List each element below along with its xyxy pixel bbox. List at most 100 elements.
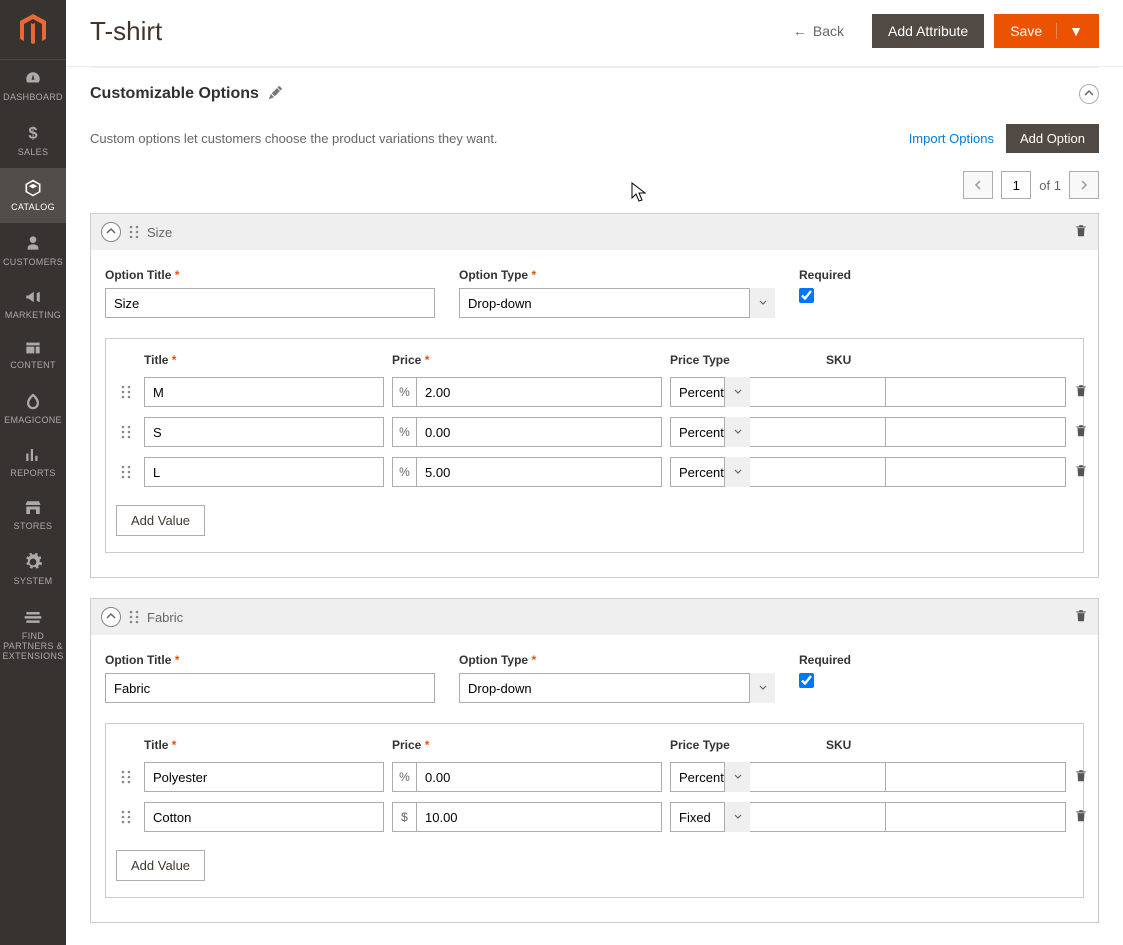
value-row: % [116, 377, 1073, 407]
nav-item-system[interactable]: SYSTEM [0, 542, 66, 597]
collapse-option-button[interactable] [101, 222, 121, 242]
save-button[interactable]: Save ▼ [994, 14, 1099, 48]
drag-handle-icon[interactable] [129, 610, 139, 624]
required-label: Required [799, 653, 851, 667]
price-prefix: $ [392, 802, 416, 832]
value-title-input[interactable] [144, 377, 384, 407]
bars-icon [24, 446, 42, 466]
col-title: Title * [144, 353, 384, 367]
value-row: $ [116, 802, 1073, 832]
value-price-input[interactable] [416, 457, 662, 487]
drag-handle-icon[interactable] [116, 465, 136, 479]
partners-icon [23, 607, 43, 629]
import-options-link[interactable]: Import Options [909, 131, 994, 146]
option-name: Size [147, 225, 1074, 240]
megaphone-icon [23, 288, 43, 308]
pager: of 1 [90, 171, 1099, 213]
section-header: Customizable Options [90, 67, 1099, 120]
value-price-input[interactable] [416, 802, 662, 832]
delete-option-button[interactable] [1074, 608, 1088, 627]
collapse-section-button[interactable] [1079, 84, 1099, 104]
nav-item-find-partners-extensions[interactable]: FIND PARTNERS & EXTENSIONS [0, 597, 66, 672]
save-dropdown-caret[interactable]: ▼ [1056, 23, 1083, 39]
value-title-input[interactable] [144, 802, 384, 832]
option-type-label: Option Type * [459, 268, 775, 282]
value-title-input[interactable] [144, 457, 384, 487]
required-checkbox[interactable] [799, 288, 814, 303]
add-value-button[interactable]: Add Value [116, 505, 205, 536]
pager-of-label: of 1 [1039, 178, 1061, 193]
nav-item-reports[interactable]: REPORTS [0, 436, 66, 489]
option-card-header: Fabric [91, 599, 1098, 635]
col-sku: SKU [826, 738, 1066, 752]
values-table: Title * Price * Price Type SKU % [105, 338, 1084, 553]
collapse-option-button[interactable] [101, 607, 121, 627]
values-table: Title * Price * Price Type SKU % [105, 723, 1084, 898]
value-title-input[interactable] [144, 762, 384, 792]
value-price-type-select[interactable] [670, 762, 886, 792]
value-price-input[interactable] [416, 377, 662, 407]
add-attribute-button[interactable]: Add Attribute [872, 14, 984, 48]
value-price-type-select[interactable] [670, 417, 886, 447]
col-title: Title * [144, 738, 384, 752]
delete-value-button[interactable] [1074, 383, 1098, 402]
col-sku: SKU [826, 353, 1066, 367]
value-price-type-select[interactable] [670, 802, 886, 832]
section-description-row: Custom options let customers choose the … [90, 120, 1099, 171]
nav-item-content[interactable]: CONTENT [0, 330, 66, 381]
pager-next-button[interactable] [1069, 171, 1099, 199]
delete-value-button[interactable] [1074, 423, 1098, 442]
required-checkbox[interactable] [799, 673, 814, 688]
value-row: % [116, 417, 1073, 447]
dollar-icon: $ [24, 123, 42, 145]
pencil-icon[interactable] [269, 86, 282, 102]
drag-handle-icon[interactable] [116, 385, 136, 399]
nav-item-customers[interactable]: CUSTOMERS [0, 223, 66, 278]
drag-handle-icon[interactable] [116, 810, 136, 824]
value-price-input[interactable] [416, 417, 662, 447]
value-title-input[interactable] [144, 417, 384, 447]
drag-handle-icon[interactable] [116, 770, 136, 784]
section-description: Custom options let customers choose the … [90, 131, 909, 146]
layout-icon [24, 340, 42, 358]
add-option-button[interactable]: Add Option [1006, 124, 1099, 153]
delete-option-button[interactable] [1074, 223, 1088, 242]
option-title-input[interactable] [105, 673, 435, 703]
price-prefix: % [392, 377, 416, 407]
delete-value-button[interactable] [1074, 463, 1098, 482]
value-price-type-select[interactable] [670, 457, 886, 487]
nav-item-stores[interactable]: STORES [0, 489, 66, 542]
pager-page-input[interactable] [1001, 171, 1031, 199]
option-card-header: Size [91, 214, 1098, 250]
section-title: Customizable Options [90, 85, 259, 103]
drag-handle-icon[interactable] [129, 225, 139, 239]
nav-item-sales[interactable]: $SALES [0, 113, 66, 168]
value-price-type-select[interactable] [670, 377, 886, 407]
delete-value-button[interactable] [1074, 768, 1098, 787]
pager-prev-button[interactable] [963, 171, 993, 199]
nav-item-catalog[interactable]: CATALOG [0, 168, 66, 223]
magento-logo[interactable] [0, 0, 66, 60]
box-icon [23, 178, 43, 200]
delete-value-button[interactable] [1074, 808, 1098, 827]
option-type-label: Option Type * [459, 653, 775, 667]
add-value-button[interactable]: Add Value [116, 850, 205, 881]
value-price-input[interactable] [416, 762, 662, 792]
back-button[interactable]: ← Back [777, 14, 860, 48]
page-title: T-shirt [90, 16, 777, 47]
col-price: Price * [392, 738, 662, 752]
nav-item-marketing[interactable]: MARKETING [0, 278, 66, 331]
option-title-label: Option Title * [105, 268, 435, 282]
col-price: Price * [392, 353, 662, 367]
option-card: Fabric Option Title * Option Type * Requ… [90, 598, 1099, 923]
option-title-input[interactable] [105, 288, 435, 318]
option-type-select[interactable] [459, 673, 775, 703]
drag-handle-icon[interactable] [116, 425, 136, 439]
main-content: T-shirt ← Back Add Attribute Save ▼ Cust… [66, 0, 1123, 945]
col-price-type: Price Type [670, 738, 750, 752]
nav-item-dashboard[interactable]: DASHBOARD [0, 60, 66, 113]
leaf-icon [24, 391, 42, 413]
price-prefix: % [392, 762, 416, 792]
nav-item-emagicone[interactable]: EMAGICONE [0, 381, 66, 436]
option-type-select[interactable] [459, 288, 775, 318]
